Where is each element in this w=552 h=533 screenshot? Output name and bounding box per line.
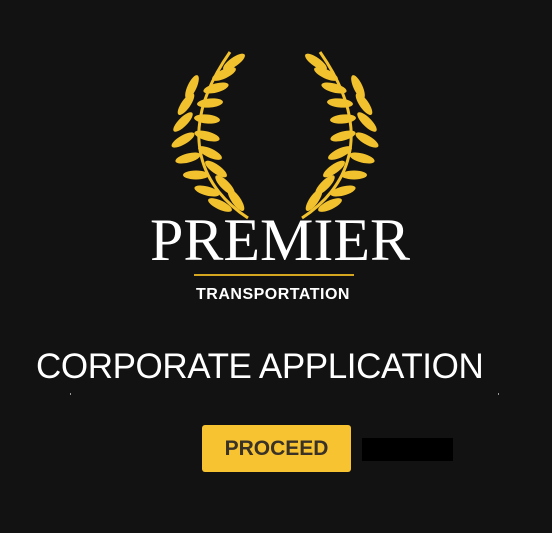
laurel-right-branch xyxy=(301,51,379,220)
laurel-wreath-icon xyxy=(171,51,379,220)
brand-subtitle: TRANSPORTATION xyxy=(196,286,350,303)
laurel-left-branch xyxy=(171,51,249,220)
brand-divider xyxy=(194,274,354,276)
underline-tick-right xyxy=(498,393,499,395)
underline-tick-left xyxy=(70,393,71,395)
proceed-button[interactable]: PROCEED xyxy=(202,425,351,472)
page-title: CORPORATE APPLICATION xyxy=(36,347,484,386)
app-screen: PREMIER TRANSPORTATION CORPORATE APPLICA… xyxy=(0,0,552,533)
brand-name: PREMIER xyxy=(150,207,411,273)
redacted-block xyxy=(362,438,453,461)
